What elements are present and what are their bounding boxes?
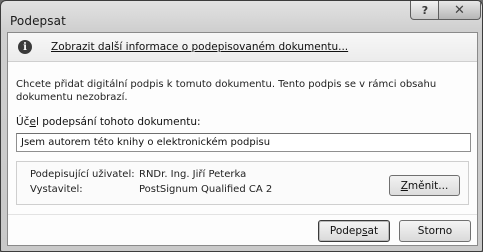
footer-divider bbox=[8, 214, 477, 215]
change-button[interactable]: Změnit... bbox=[389, 175, 460, 196]
info-bar: i Zobrazit další informace o podepisovan… bbox=[8, 33, 477, 62]
signer-user-label: Podepisující uživatel: bbox=[30, 169, 135, 180]
signer-info-box: Podepisující uživatel: RNDr. Ing. Jiří P… bbox=[16, 161, 469, 205]
help-icon: ? bbox=[421, 3, 429, 17]
more-info-link[interactable]: Zobrazit další informace o podepisovaném… bbox=[51, 41, 348, 53]
signer-user-value: RNDr. Ing. Jiří Peterka bbox=[139, 169, 247, 180]
info-icon: i bbox=[18, 40, 32, 54]
help-button[interactable]: ? bbox=[410, 1, 440, 20]
dialog-title: Podepsat bbox=[10, 14, 66, 28]
issuer-value: PostSignum Qualified CA 2 bbox=[139, 184, 273, 195]
title-bar[interactable]: Podepsat ? ✕ bbox=[1, 1, 482, 31]
dialog-content: i Zobrazit další informace o podepisovan… bbox=[7, 32, 478, 246]
issuer-label: Vystavitel: bbox=[30, 184, 83, 195]
description-text: Chcete přidat digitální podpis k tomuto … bbox=[16, 79, 437, 103]
purpose-label: Účel podepsání tohoto dokumentu: bbox=[16, 116, 201, 128]
close-button[interactable]: ✕ bbox=[438, 1, 481, 20]
purpose-input[interactable]: Jsem autorem této knihy o elektronickém … bbox=[16, 133, 471, 152]
sign-button[interactable]: Podep s at bbox=[318, 220, 390, 242]
sign-dialog: Podepsat ? ✕ i Zobrazit další informace … bbox=[0, 0, 483, 252]
close-icon: ✕ bbox=[454, 2, 465, 18]
cancel-button[interactable]: Storno bbox=[399, 220, 471, 242]
